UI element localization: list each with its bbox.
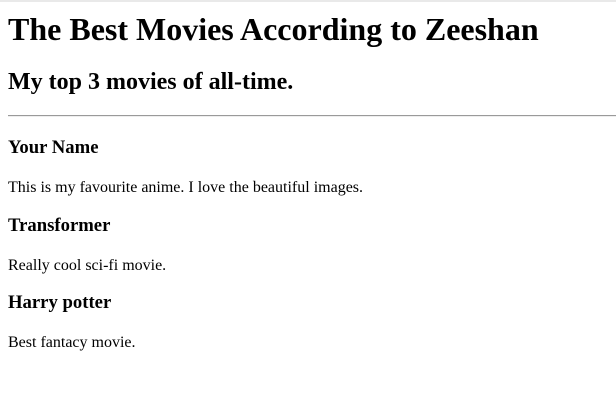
movie-title-harry-potter: Harry potter bbox=[8, 292, 112, 313]
section-divider bbox=[8, 115, 616, 117]
movie-description-harry-potter: Best fantacy movie. bbox=[8, 334, 136, 351]
movie-description-transformer: Really cool sci-fi movie. bbox=[8, 257, 167, 274]
page-subtitle: My top 3 movies of all-time. bbox=[8, 69, 294, 95]
movie-description-your-name: This is my favourite anime. I love the b… bbox=[8, 179, 364, 196]
browser-top-edge bbox=[0, 0, 616, 2]
page-title: The Best Movies According to Zeeshan bbox=[8, 11, 539, 47]
movie-title-your-name: Your Name bbox=[8, 137, 99, 158]
movie-title-transformer: Transformer bbox=[8, 215, 111, 236]
